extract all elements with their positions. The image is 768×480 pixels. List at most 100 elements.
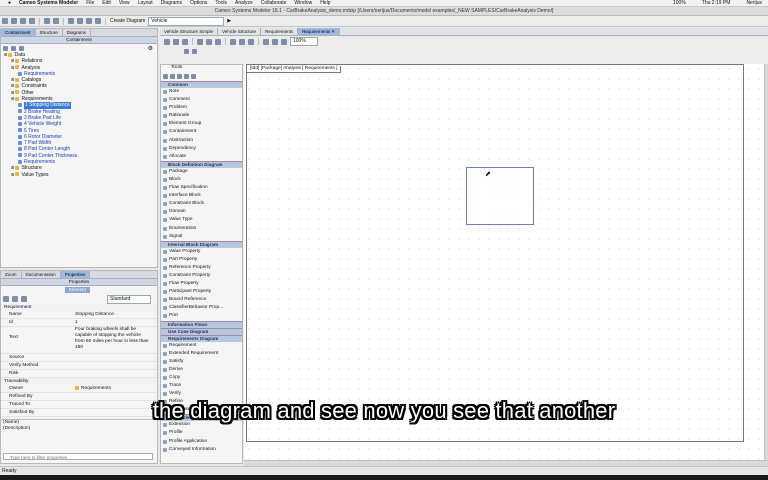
font-icon[interactable] [215, 38, 221, 45]
palette-tool[interactable]: Flow Property [161, 280, 242, 288]
palette-tool[interactable]: Note [161, 88, 242, 96]
palette-tool[interactable]: Profile Application [161, 438, 242, 446]
tree-node[interactable]: ⊞ Value Types [1, 172, 157, 178]
text-tool-icon[interactable] [191, 73, 196, 79]
battery-status[interactable]: 100% [673, 0, 686, 6]
user-menu[interactable]: Nerijus [746, 0, 762, 6]
align-right-icon[interactable] [182, 38, 188, 45]
tab-documentation[interactable]: Documentation [22, 271, 61, 278]
tab-zoom[interactable]: Zoom [1, 271, 22, 278]
align-left-icon[interactable] [164, 38, 170, 45]
menu-analyze[interactable]: Analyze [235, 0, 253, 6]
tab-element[interactable]: Element [65, 287, 90, 293]
align-center-icon[interactable] [173, 38, 179, 45]
palette-tool[interactable]: Element Group [161, 120, 242, 128]
play-icon[interactable]: ▶ [227, 18, 231, 24]
fit-icon[interactable] [281, 38, 287, 45]
palette-tool[interactable]: Problem [161, 104, 242, 112]
menu-view[interactable]: View [119, 0, 130, 6]
tab-containment[interactable]: Containment [1, 29, 36, 36]
validate-icon[interactable] [95, 18, 101, 24]
palette-tool[interactable]: Profile [161, 429, 242, 437]
nav-forward-icon[interactable] [192, 48, 197, 54]
fill-color-icon[interactable] [197, 38, 203, 45]
palette-tool[interactable]: Block [161, 176, 242, 184]
palette-tool[interactable]: Participant Property [161, 288, 242, 296]
zoom-in-icon[interactable] [263, 38, 269, 45]
palette-tool[interactable]: Signal [161, 233, 242, 241]
palette-tool[interactable]: Constraint Block [161, 200, 242, 208]
palette-section-header[interactable]: Use Case Diagram [161, 327, 242, 335]
save-icon[interactable] [20, 18, 26, 24]
lasso-tool-icon[interactable] [184, 73, 189, 79]
palette-tool[interactable]: Constraint Property [161, 272, 242, 280]
property-row[interactable]: Verify Method [1, 362, 157, 370]
property-row[interactable]: Name Stopping Distance [1, 311, 157, 319]
undo-icon[interactable] [44, 18, 50, 24]
palette-tool[interactable]: Package [161, 168, 242, 176]
expand-icon[interactable] [11, 45, 16, 51]
tab-vehicle-structure-simple[interactable]: Vehicle Structure Simple [160, 28, 219, 35]
menu-window[interactable]: Window [294, 0, 312, 6]
new-element-shape[interactable] [466, 167, 534, 225]
categorize-icon[interactable] [12, 296, 18, 302]
tab-requirements[interactable]: Requirements [261, 28, 299, 35]
section-traceability[interactable]: Traceability [1, 378, 157, 385]
palette-tool[interactable]: Containment [161, 128, 242, 136]
palette-tool[interactable]: Value Property [161, 248, 242, 256]
palette-tool[interactable]: Trace [161, 382, 242, 390]
menu-diagrams[interactable]: Diagrams [161, 0, 182, 6]
palette-tool[interactable]: Comment [161, 96, 242, 104]
menu-options[interactable]: Options [190, 0, 207, 6]
tab-requirements-active[interactable]: Requirements ✕ [298, 28, 341, 35]
menu-layout[interactable]: Layout [138, 0, 153, 6]
diagram-frame[interactable]: [tdd] [Package] Analysis [ Requirements … [246, 64, 744, 442]
pointer-tool-icon[interactable] [163, 73, 168, 79]
palette-tool[interactable]: Extended Requirement [161, 350, 242, 358]
perspective-select[interactable]: Vehicle [148, 16, 225, 26]
palette-tool[interactable]: Allocate [161, 153, 242, 161]
zoom-out-icon[interactable] [272, 38, 278, 45]
properties-filter-input[interactable]: Type here to filter properties [3, 453, 153, 460]
path-style-icon[interactable] [239, 38, 245, 45]
layout-icon[interactable] [230, 38, 236, 45]
gear-icon[interactable]: ⚙ [148, 45, 153, 52]
palette-tool[interactable]: Interface Block [161, 192, 242, 200]
tab-diagrams[interactable]: Diagrams [63, 29, 92, 36]
section-requirement[interactable]: Requirement [1, 304, 157, 311]
line-color-icon[interactable] [206, 38, 212, 45]
palette-tool[interactable]: Domain [161, 208, 242, 216]
print-icon[interactable] [29, 18, 35, 24]
palette-tool[interactable]: Conveyed Information [161, 446, 242, 454]
forward-icon[interactable] [77, 18, 83, 24]
palette-tool[interactable]: Satisfy [161, 358, 242, 366]
palette-tool[interactable]: Requirement [161, 342, 242, 350]
property-row[interactable]: Id 1 [1, 319, 157, 327]
tab-vehicle-structure[interactable]: Vehicle Structure [218, 28, 262, 35]
tab-properties[interactable]: Properties [60, 271, 91, 278]
menu-file[interactable]: File [86, 0, 94, 6]
palette-tool[interactable]: Derive [161, 366, 242, 374]
create-diagram-button[interactable]: Create Diagram [110, 18, 145, 24]
redo-icon[interactable] [53, 18, 59, 24]
property-row[interactable]: Risk [1, 370, 157, 378]
palette-tool[interactable]: Port [161, 312, 242, 320]
menu-edit[interactable]: Edit [102, 0, 111, 6]
tab-structure[interactable]: Structure [36, 29, 63, 36]
back-icon[interactable] [68, 18, 74, 24]
menu-tools[interactable]: Tools [215, 0, 227, 6]
palette-section-header[interactable]: Common [161, 81, 242, 88]
menu-collaborate[interactable]: Collaborate [261, 0, 287, 6]
grid-icon[interactable] [248, 38, 254, 45]
properties-mode-select[interactable]: Standard [107, 294, 151, 304]
zoom-tool-icon[interactable] [177, 73, 182, 79]
pan-tool-icon[interactable] [170, 73, 175, 79]
palette-tool[interactable]: Bound Reference [161, 296, 242, 304]
nav-back-icon[interactable] [184, 48, 189, 54]
clock[interactable]: Thu 2:19 PM [702, 0, 731, 6]
close-tab-icon[interactable]: ✕ [331, 29, 335, 34]
property-row-text[interactable]: Text Four braking wheels shall be capable… [1, 327, 157, 354]
find-icon[interactable] [86, 18, 92, 24]
new-project-icon[interactable] [2, 18, 8, 24]
property-row[interactable]: Source [1, 354, 157, 362]
